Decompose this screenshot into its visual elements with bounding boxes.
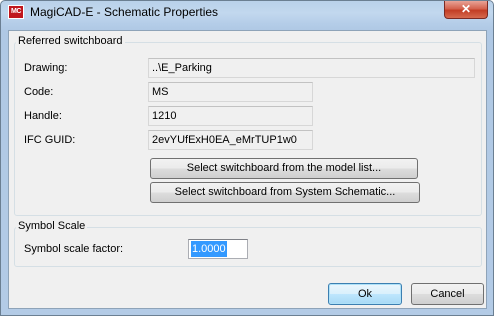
- handle-field: 1210: [148, 106, 313, 126]
- code-label: Code:: [24, 86, 54, 98]
- magicad-logo-icon: MC: [8, 5, 24, 19]
- drawing-field: ..\E_Parking: [148, 58, 475, 78]
- select-from-model-list-button[interactable]: Select switchboard from the model list..…: [150, 158, 418, 179]
- dialog-client-area: Referred switchboard Drawing: ..\E_Parki…: [8, 30, 487, 309]
- drawing-label: Drawing:: [24, 62, 68, 74]
- close-button[interactable]: ✕: [444, 1, 488, 19]
- cancel-button[interactable]: Cancel: [411, 283, 484, 305]
- ifc-guid-field: 2evYUfExH0EA_eMrTUP1w0: [148, 130, 313, 150]
- symbol-scale-group-title: Symbol Scale: [16, 220, 88, 232]
- title-bar[interactable]: MC MagiCAD-E - Schematic Properties ✕: [1, 1, 493, 23]
- close-icon: ✕: [460, 2, 472, 16]
- ifc-guid-label: IFC GUID:: [24, 134, 76, 146]
- select-from-system-schematic-button[interactable]: Select switchboard from System Schematic…: [150, 182, 420, 203]
- symbol-scale-factor-value: 1.0000: [191, 241, 227, 257]
- handle-label: Handle:: [24, 110, 62, 122]
- window-title: MagiCAD-E - Schematic Properties: [30, 5, 219, 19]
- code-field: MS: [148, 82, 313, 102]
- symbol-scale-factor-input[interactable]: 1.0000: [188, 239, 248, 259]
- dialog-window: MC MagiCAD-E - Schematic Properties ✕ Re…: [0, 0, 494, 316]
- ok-button[interactable]: Ok: [328, 283, 402, 305]
- referred-switchboard-group-title: Referred switchboard: [16, 35, 125, 47]
- symbol-scale-factor-label: Symbol scale factor:: [24, 243, 124, 255]
